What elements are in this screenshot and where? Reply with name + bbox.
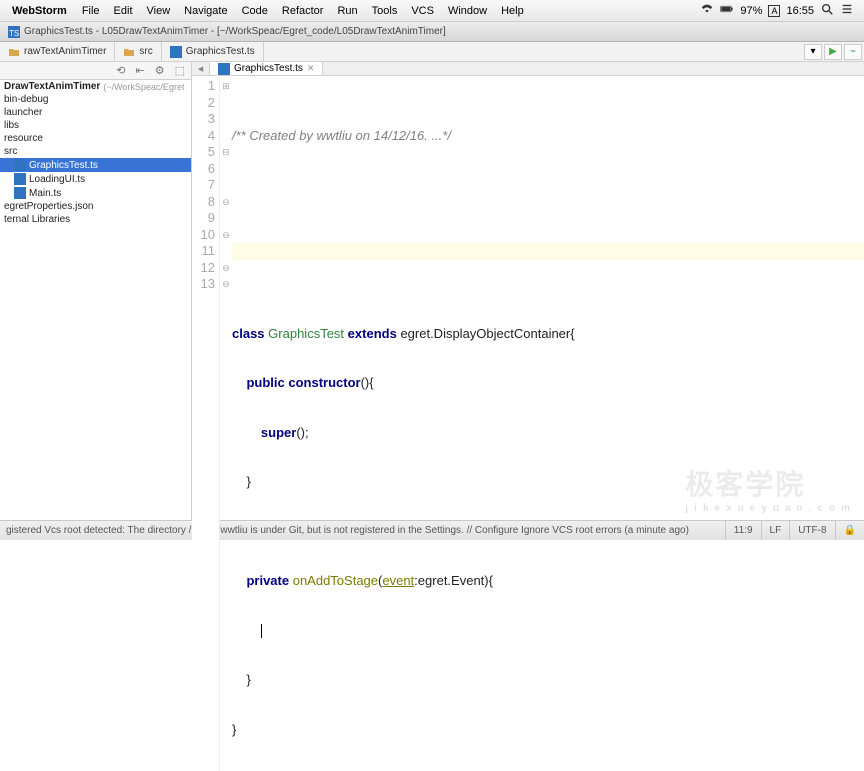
code-editor[interactable]: 12345678910111213 ⊞⊟⊖⊖⊖⊖ /** Created by … [192, 76, 864, 771]
input-icon[interactable]: A [768, 5, 780, 17]
window-titlebar: TS GraphicsTest.ts - L05DrawTextAnimTime… [0, 22, 864, 42]
text-caret [261, 624, 262, 638]
clock[interactable]: 16:55 [786, 5, 814, 17]
menu-file[interactable]: File [75, 5, 107, 17]
code-comment: /** Created by wwtliu on 14/12/16. ...*/ [232, 128, 451, 143]
title-filename: GraphicsTest.ts [24, 26, 93, 37]
editor-area: ◂ GraphicsTest.ts ✕ 12345678910111213 ⊞⊟… [192, 62, 864, 520]
editor-tab-active[interactable]: GraphicsTest.ts ✕ [210, 62, 323, 75]
battery-percent: 97% [740, 5, 762, 17]
menu-help[interactable]: Help [494, 5, 531, 17]
menu-run[interactable]: Run [330, 5, 364, 17]
code-content[interactable]: /** Created by wwtliu on 14/12/16. ...*/… [232, 76, 864, 771]
tree-file-graphicstest[interactable]: GraphicsTest.ts [0, 158, 191, 172]
tree-file-loadingui[interactable]: LoadingUI.ts [0, 172, 191, 186]
tree-external-libs[interactable]: ternal Libraries [0, 213, 191, 226]
menu-view[interactable]: View [140, 5, 178, 17]
folder-icon [123, 46, 135, 58]
svg-text:TS: TS [9, 29, 19, 38]
ts-file-icon [218, 63, 230, 75]
notification-icon[interactable] [840, 2, 854, 19]
menu-vcs[interactable]: VCS [404, 5, 441, 17]
wifi-icon[interactable] [700, 2, 714, 19]
sidebar-toolbar: ⟲ ⇤ ⚙ ⬚ [0, 62, 191, 80]
run-config-dropdown[interactable]: ▾ [804, 44, 822, 60]
debug-button[interactable]: ⌁ [844, 44, 862, 60]
collapse-icon[interactable]: ⇤ [136, 64, 145, 77]
close-icon[interactable]: ✕ [307, 63, 315, 74]
menu-tools[interactable]: Tools [365, 5, 405, 17]
menu-code[interactable]: Code [235, 5, 275, 17]
tree-folder[interactable]: resource [0, 132, 191, 145]
line-gutter: 12345678910111213 [192, 76, 220, 771]
tab-label: GraphicsTest.ts [234, 63, 303, 74]
project-tree[interactable]: DrawTextAnimTimer (~/WorkSpeac/Egret bin… [0, 80, 191, 520]
fold-gutter[interactable]: ⊞⊟⊖⊖⊖⊖ [220, 76, 232, 771]
gear-icon[interactable]: ⚙ [155, 64, 165, 77]
project-sidebar: ⟲ ⇤ ⚙ ⬚ DrawTextAnimTimer (~/WorkSpeac/E… [0, 62, 192, 520]
os-menubar: WebStorm File Edit View Navigate Code Re… [0, 0, 864, 22]
menu-refactor[interactable]: Refactor [275, 5, 331, 17]
ts-file-icon [14, 187, 26, 199]
sync-icon[interactable]: ⟲ [116, 64, 125, 77]
menu-window[interactable]: Window [441, 5, 494, 17]
menu-edit[interactable]: Edit [107, 5, 140, 17]
crumb-src[interactable]: src [115, 42, 161, 61]
tree-file-egretprops[interactable]: egretProperties.json [0, 200, 191, 213]
tree-folder[interactable]: bin-debug [0, 93, 191, 106]
folder-icon [8, 46, 20, 58]
crumb-project[interactable]: rawTextAnimTimer [0, 42, 115, 61]
run-button[interactable]: ▶ [824, 44, 842, 60]
app-name[interactable]: WebStorm [4, 5, 75, 17]
ts-file-icon [14, 159, 26, 171]
tree-folder-src[interactable]: src [0, 145, 191, 158]
tree-folder[interactable]: libs [0, 119, 191, 132]
ts-file-icon: TS [8, 26, 20, 38]
tree-folder[interactable]: launcher [0, 106, 191, 119]
title-project: L05DrawTextAnimTimer [102, 26, 208, 37]
menu-navigate[interactable]: Navigate [177, 5, 234, 17]
battery-icon[interactable] [720, 2, 734, 19]
breadcrumb-bar: rawTextAnimTimer src GraphicsTest.ts ▾ ▶… [0, 42, 864, 62]
editor-tabs: ◂ GraphicsTest.ts ✕ [192, 62, 864, 76]
ts-file-icon [14, 173, 26, 185]
spotlight-icon[interactable] [820, 2, 834, 19]
tree-file-main[interactable]: Main.ts [0, 186, 191, 200]
ts-file-icon [170, 46, 182, 58]
title-path: [~/WorkSpeac/Egret_code/L05DrawTextAnimT… [217, 26, 446, 37]
tree-root[interactable]: DrawTextAnimTimer (~/WorkSpeac/Egret [0, 80, 191, 93]
crumb-file[interactable]: GraphicsTest.ts [162, 42, 264, 61]
tab-scroll-left[interactable]: ◂ [192, 62, 210, 75]
hide-icon[interactable]: ⬚ [175, 64, 185, 77]
